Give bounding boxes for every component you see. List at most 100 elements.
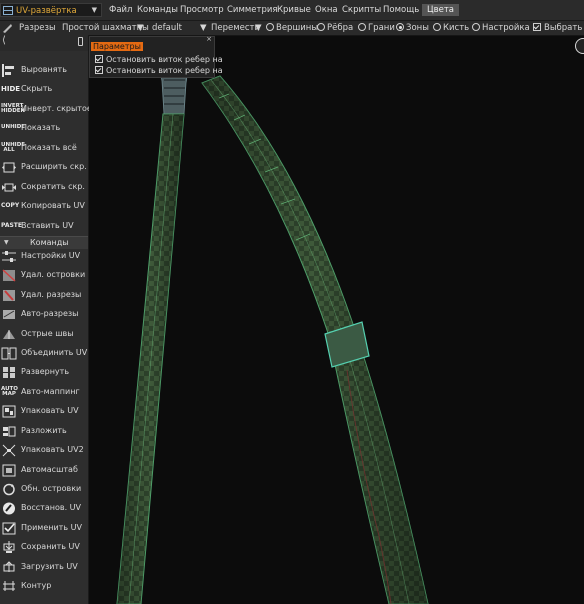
- menu-colors[interactable]: Цвета: [422, 4, 459, 16]
- cmd-layout[interactable]: Разложить: [0, 422, 88, 441]
- cmd-pack-uv2[interactable]: Упаковать UV2: [0, 441, 88, 460]
- copy-uv-icon: COPY: [1, 202, 20, 209]
- cmd-apply-uv[interactable]: Применить UV: [0, 519, 88, 538]
- cmd-restore-uv[interactable]: Восстанов. UV: [0, 499, 88, 518]
- cmd-layout-label: Разложить: [21, 426, 67, 435]
- cmd-auto-mapping-label: Авто-маппинг: [21, 387, 80, 396]
- align-icon: [2, 64, 14, 77]
- cmd-uv-settings[interactable]: Настройки UV: [0, 247, 88, 266]
- cmd-auto-seams[interactable]: Авто-разрезы: [0, 305, 88, 324]
- room-selector[interactable]: UV-развёртка ▼: [0, 3, 102, 17]
- cmd-contour-label: Контур: [21, 581, 52, 590]
- cmd-merge-uv[interactable]: Объединить UV: [0, 344, 88, 363]
- cmd-save-uv[interactable]: Сохранить UV: [0, 538, 88, 557]
- cmd-delete-seams[interactable]: Удал. разрезы: [0, 286, 88, 305]
- select-label: Выбрать: [544, 23, 583, 33]
- pin-icon[interactable]: [78, 37, 83, 46]
- tool-expand-hidden-label: Расширить скр.: [21, 162, 87, 171]
- cmd-sharp-seams[interactable]: Острые швы: [0, 325, 88, 344]
- cmd-delete-islands[interactable]: Удал. островки: [0, 266, 88, 285]
- auto-mapping-icon: AUTO MAP: [1, 386, 18, 397]
- cmd-auto-mapping[interactable]: AUTO MAP Авто-маппинг: [0, 383, 88, 402]
- sidebar-header: ⟨: [0, 35, 88, 51]
- uv-room-icon: [3, 6, 13, 15]
- preset-dropdown[interactable]: default: [152, 23, 182, 33]
- menu-help[interactable]: Помощь: [383, 5, 419, 15]
- shrink-hidden-icon: [2, 183, 16, 192]
- commands-section-title: Команды: [30, 238, 69, 247]
- menu-windows[interactable]: Окна: [315, 5, 338, 15]
- cmd-uv-settings-label: Настройки UV: [21, 251, 81, 260]
- cmd-update-islands-label: Обн. островки: [21, 484, 82, 493]
- cmd-unwrap[interactable]: Развернуть: [0, 363, 88, 382]
- cmd-restore-uv-label: Восстанов. UV: [21, 503, 81, 512]
- delete-islands-icon: [2, 269, 16, 282]
- radio-settings[interactable]: Настройка: [472, 23, 530, 33]
- expand-hidden-icon: [2, 162, 16, 173]
- radio-vertices[interactable]: Вершины: [266, 23, 318, 33]
- menu-symmetry[interactable]: Симметрия: [227, 5, 278, 15]
- radio-settings-label: Настройка: [482, 23, 530, 33]
- pack-uv2-icon: [2, 444, 16, 457]
- tool-unhide-all[interactable]: UNHIDE ALL Показать всё: [0, 139, 88, 158]
- move-dropdown[interactable]: Перемести: [211, 23, 260, 33]
- load-uv-icon: [3, 561, 15, 572]
- radio-edges-label: Рёбра: [327, 23, 354, 33]
- cmd-apply-uv-label: Применить UV: [21, 523, 82, 532]
- option-stop-edge-loop-2[interactable]: Остановить виток ребер на: [95, 66, 223, 75]
- room-name: UV-развёртка: [16, 6, 77, 16]
- cmd-update-islands[interactable]: Обн. островки: [0, 480, 88, 499]
- parameters-title: Параметры: [91, 42, 143, 51]
- cmd-contour[interactable]: Контур: [0, 577, 88, 596]
- radio-zones-label: Зоны: [406, 23, 429, 33]
- tool-paste-uv[interactable]: PASTE Вставить UV: [0, 217, 88, 236]
- checkbox-icon: [95, 55, 103, 63]
- tool-expand-hidden[interactable]: Расширить скр.: [0, 158, 88, 177]
- update-islands-icon: [3, 483, 15, 496]
- cmd-sharp-seams-label: Острые швы: [21, 329, 74, 338]
- option-stop-edge-loop-1[interactable]: Остановить виток ребер на: [95, 55, 223, 64]
- select-checkbox[interactable]: Выбрать: [533, 23, 582, 33]
- chevron-down-icon: ▼: [255, 23, 262, 33]
- menu-file[interactable]: Файл: [109, 5, 132, 15]
- seam-tool-icon[interactable]: [2, 23, 13, 33]
- radio-faces-label: Грани: [368, 23, 395, 33]
- parameters-panel: × Параметры Остановить виток ребер на Ос…: [89, 35, 223, 78]
- hide-icon: HIDE: [1, 85, 21, 93]
- tool-shrink-hidden[interactable]: Сократить скр.: [0, 178, 88, 197]
- menu-commands[interactable]: Команды: [137, 5, 178, 15]
- radio-zones[interactable]: Зоны: [396, 23, 429, 33]
- tool-unhide[interactable]: UNHIDE Показать: [0, 119, 88, 138]
- radio-faces[interactable]: Грани: [358, 23, 395, 33]
- tool-align[interactable]: Выровнять: [0, 61, 88, 80]
- menu-bar: UV-развёртка ▼ Файл Команды Просмотр Сим…: [0, 0, 584, 21]
- cmd-pack-uv[interactable]: Упаковать UV: [0, 402, 88, 421]
- menu-scripts[interactable]: Скрипты: [342, 5, 381, 15]
- save-uv-icon: [3, 541, 15, 553]
- tool-copy-uv[interactable]: COPY Копировать UV: [0, 197, 88, 216]
- cmd-delete-seams-label: Удал. разрезы: [21, 290, 82, 299]
- radio-brush[interactable]: Кисть: [433, 23, 469, 33]
- checker-dropdown[interactable]: Простой шахматны: [62, 23, 149, 33]
- left-sidebar: ⟨ Выровнять HIDE Скрыть INVERT HIDDEN Ин…: [0, 35, 92, 604]
- chevron-down-icon: ▼: [200, 23, 207, 33]
- menu-curves[interactable]: Кривые: [277, 5, 311, 15]
- cmd-load-uv[interactable]: Загрузить UV: [0, 558, 88, 577]
- unhide-all-icon: UNHIDE ALL: [1, 142, 26, 153]
- menu-view[interactable]: Просмотр: [180, 5, 224, 15]
- checkbox-icon: [95, 66, 103, 74]
- tool-hide[interactable]: HIDE Скрыть: [0, 80, 88, 99]
- navigation-gizmo[interactable]: [575, 38, 584, 54]
- uv-viewport[interactable]: [89, 36, 584, 604]
- collapse-arrow-icon[interactable]: ⟨: [2, 35, 6, 46]
- seams-button[interactable]: Разрезы: [19, 23, 56, 33]
- chevron-down-icon: ▼: [137, 23, 144, 33]
- invert-hidden-icon: INVERT HIDDEN: [1, 103, 26, 114]
- contour-icon: [3, 581, 15, 591]
- tool-invert-hidden[interactable]: INVERT HIDDEN Инверт. скрытое: [0, 100, 92, 119]
- radio-edges[interactable]: Рёбра: [317, 23, 353, 33]
- close-icon[interactable]: ×: [206, 35, 212, 43]
- cmd-unwrap-label: Развернуть: [21, 367, 70, 376]
- layout-icon: [3, 426, 16, 437]
- cmd-auto-scale[interactable]: Автомасштаб: [0, 461, 88, 480]
